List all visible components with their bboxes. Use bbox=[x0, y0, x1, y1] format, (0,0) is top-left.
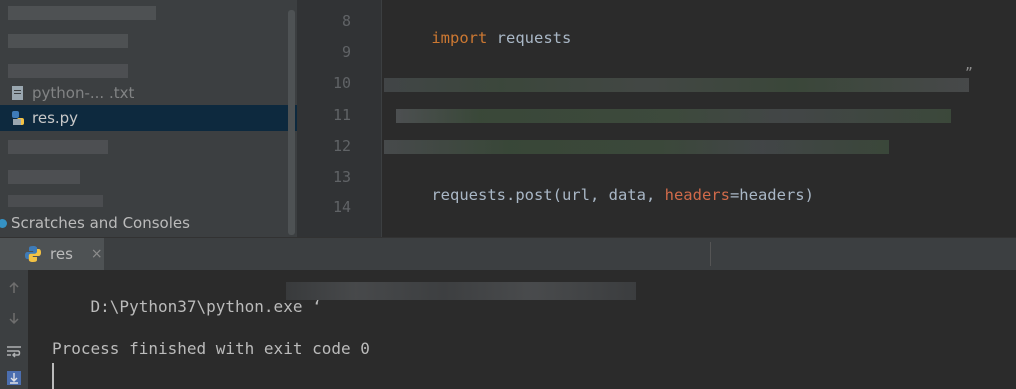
python-run-icon bbox=[24, 245, 42, 263]
up-arrow-icon[interactable] bbox=[4, 278, 24, 298]
redacted-tree-item bbox=[8, 170, 80, 184]
tree-item-res-py[interactable]: res.py bbox=[0, 105, 297, 131]
tree-item-text-file[interactable]: python-... .txt bbox=[0, 80, 297, 106]
code-line-post: requests.post(url, data, headers=headers… bbox=[394, 168, 814, 222]
line-number: 11 bbox=[332, 106, 351, 124]
line-number: 12 bbox=[332, 137, 351, 155]
scratches-label: Scratches and Consoles bbox=[11, 214, 190, 232]
run-console[interactable]: D:\Python37\python.exe ʻ Process finishe… bbox=[28, 270, 1016, 389]
text-file-icon bbox=[10, 85, 26, 101]
text-caret bbox=[52, 363, 54, 389]
line-number: 10 bbox=[332, 74, 351, 92]
redacted-tree-item bbox=[8, 140, 108, 154]
code-editor[interactable]: import requests ” requests.post(url, dat… bbox=[382, 0, 1016, 237]
keyword-import: import bbox=[431, 29, 488, 47]
project-tool-window: python-... .txt res.py Scratches and Con… bbox=[0, 0, 297, 237]
project-scrollbar[interactable] bbox=[288, 10, 295, 235]
redacted-code bbox=[384, 140, 889, 154]
run-tab-res[interactable]: res × bbox=[0, 238, 104, 270]
redacted-tree-item bbox=[8, 64, 128, 78]
line-number: 9 bbox=[341, 43, 351, 61]
line-number: 8 bbox=[341, 12, 351, 30]
import-module: requests bbox=[487, 29, 572, 47]
redacted-code bbox=[396, 109, 951, 123]
down-arrow-icon[interactable] bbox=[4, 308, 24, 328]
redacted-code bbox=[384, 78, 969, 92]
line-number: 13 bbox=[332, 168, 351, 186]
run-toolbar bbox=[0, 270, 28, 389]
console-line-command: D:\Python37\python.exe ʻ bbox=[52, 278, 322, 335]
redacted-tree-item bbox=[8, 34, 128, 48]
soft-wrap-icon[interactable] bbox=[4, 342, 24, 362]
code-line-import: import requests bbox=[394, 11, 571, 65]
scratches-and-consoles-node[interactable]: Scratches and Consoles bbox=[0, 212, 190, 234]
call-suffix: =headers) bbox=[729, 186, 814, 204]
python-file-icon bbox=[10, 110, 26, 126]
run-tool-window-header: res × bbox=[0, 237, 1016, 271]
named-param: headers bbox=[664, 186, 730, 204]
scratches-icon bbox=[0, 218, 7, 228]
tree-item-label: res.py bbox=[32, 109, 79, 127]
redacted-tree-item bbox=[8, 6, 156, 20]
run-tab-label: res bbox=[50, 245, 73, 263]
redacted-tree-item bbox=[8, 195, 103, 207]
console-line-exit: Process finished with exit code 0 bbox=[52, 339, 370, 358]
tree-item-label: python-... .txt bbox=[32, 84, 135, 102]
line-number: 14 bbox=[332, 198, 351, 216]
close-icon[interactable]: × bbox=[91, 246, 103, 262]
divider bbox=[710, 242, 711, 266]
stray-quote: ” bbox=[965, 66, 973, 81]
editor-gutter: 8 9 10 11 12 13 14 bbox=[297, 0, 382, 237]
scroll-to-end-icon[interactable] bbox=[4, 368, 24, 388]
call-prefix: requests.post(url, data, bbox=[431, 186, 665, 204]
redacted-path bbox=[286, 282, 636, 300]
